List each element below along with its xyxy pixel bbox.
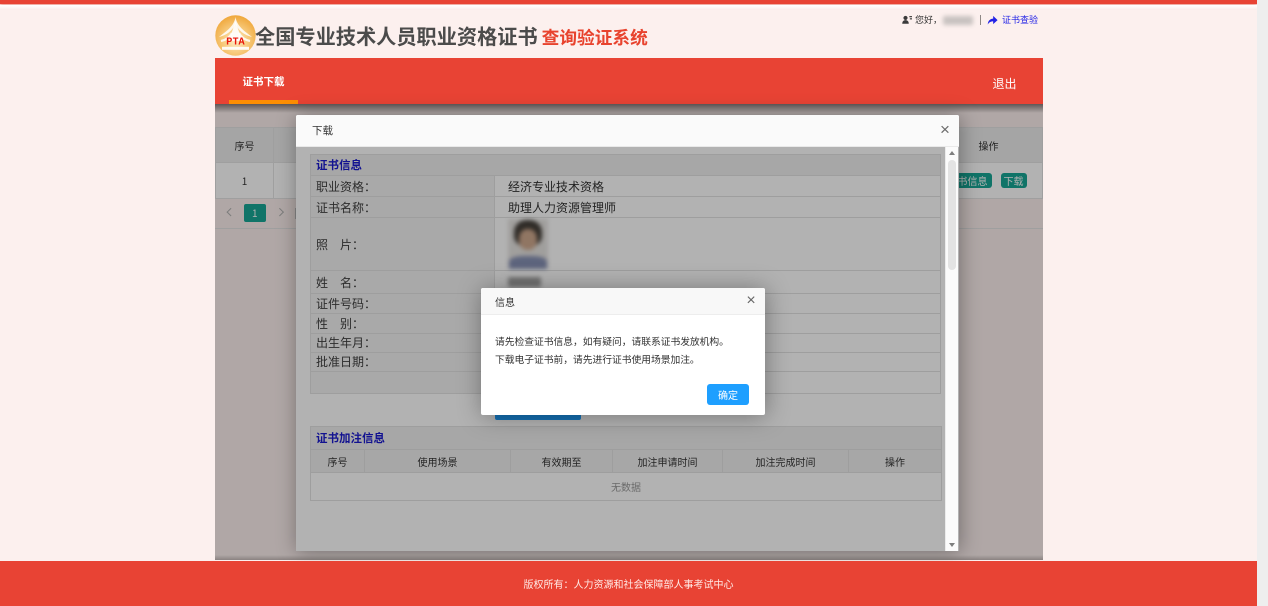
svg-text:PTA: PTA: [226, 34, 245, 48]
